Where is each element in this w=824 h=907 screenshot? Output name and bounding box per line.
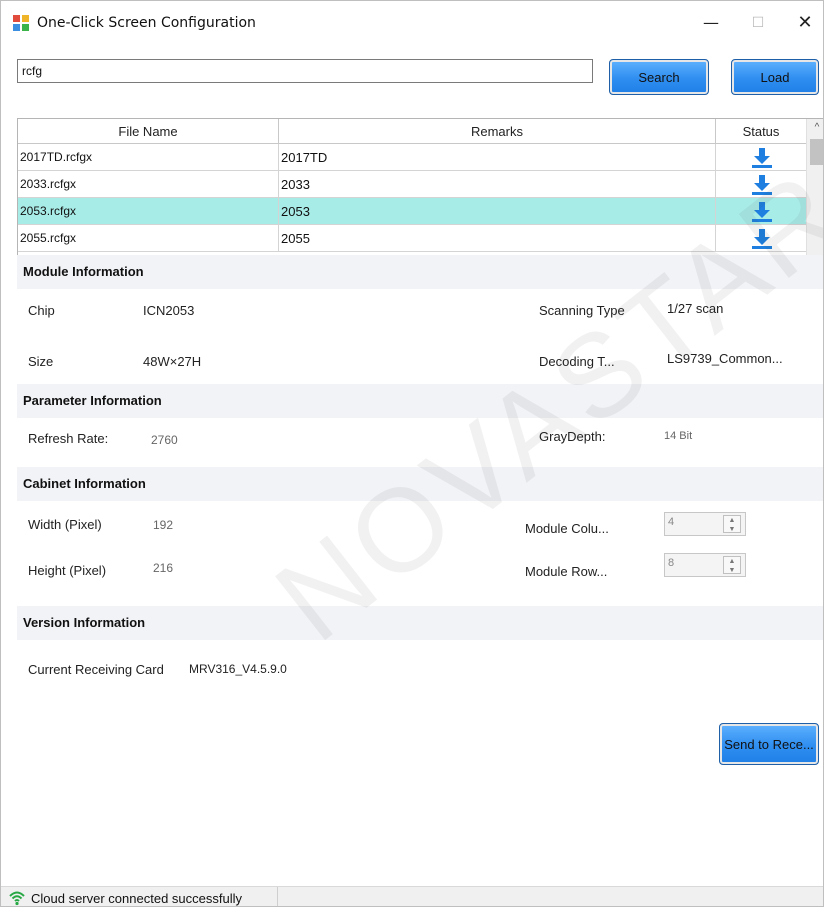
module-rows-spin-buttons[interactable]: ▲ ▼ (723, 556, 741, 574)
module-information-header: Module Information (17, 255, 823, 289)
file-name-cell: 2017TD.rcfgx (18, 144, 279, 171)
status-cell (716, 198, 806, 225)
download-icon[interactable] (751, 174, 773, 196)
download-icon[interactable] (751, 228, 773, 250)
height-pixel-label: Height (Pixel) (28, 563, 107, 578)
gray-depth-label: GrayDepth: (539, 429, 606, 444)
file-name-cell: 2055.rcfgx (18, 225, 279, 252)
status-bar: Cloud server connected successfully (1, 886, 823, 906)
spin-up-arrow-icon[interactable]: ▲ (724, 557, 740, 566)
remarks-cell: 2033 (279, 171, 716, 198)
table-row[interactable]: 2033.rcfgx 2033 (18, 171, 806, 198)
size-value: 48W×27H (143, 354, 202, 369)
title-bar: One-Click Screen Configuration — ☐ ✕ (1, 1, 823, 45)
search-button[interactable]: Search (609, 59, 709, 95)
decoding-type-value: LS9739_Common... (667, 351, 783, 366)
chip-value: ICN2053 (143, 303, 195, 318)
current-receiving-card-label: Current Receiving Card (28, 662, 164, 677)
spin-up-arrow-icon[interactable]: ▲ (724, 516, 740, 525)
send-to-receiving-card-button[interactable]: Send to Rece... (719, 723, 819, 765)
spin-down-arrow-icon[interactable]: ▼ (724, 566, 740, 575)
scanning-type-value: 1/27 scan (667, 301, 724, 316)
maximize-button[interactable]: ☐ (738, 9, 778, 37)
width-pixel-value: 192 (153, 518, 174, 532)
height-pixel-value: 216 (153, 561, 174, 575)
minimize-button[interactable]: — (691, 9, 731, 37)
table-scrollbar[interactable]: ^ (806, 119, 823, 255)
table-row[interactable]: 2055.rcfgx 2055 (18, 225, 806, 252)
module-rows-label: Module Row... (525, 564, 608, 579)
chip-label: Chip (28, 303, 55, 318)
remarks-cell: 2017TD (279, 144, 716, 171)
current-receiving-card-value: MRV316_V4.5.9.0 (189, 662, 287, 676)
scanning-type-label: Scanning Type (539, 303, 625, 318)
width-pixel-label: Width (Pixel) (28, 517, 102, 532)
status-cell (716, 171, 806, 198)
parameter-information-header: Parameter Information (17, 384, 823, 418)
scroll-thumb[interactable] (810, 139, 823, 165)
file-name-cell: 2053.rcfgx (18, 198, 279, 225)
download-icon[interactable] (751, 147, 773, 169)
module-columns-value: 4 (668, 516, 675, 528)
remarks-cell: 2055 (279, 225, 716, 252)
config-file-table: File Name Remarks Status 2017TD.rcfgx 201… (17, 118, 823, 255)
file-name-cell: 2033.rcfgx (18, 171, 279, 198)
refresh-rate-value: 2760 (151, 433, 178, 447)
decoding-type-label: Decoding T... (539, 354, 615, 369)
status-cell (716, 225, 806, 252)
size-label: Size (28, 354, 54, 369)
column-header-status[interactable]: Status (716, 119, 806, 144)
module-columns-spin-buttons[interactable]: ▲ ▼ (723, 515, 741, 533)
spin-down-arrow-icon[interactable]: ▼ (724, 525, 740, 534)
remarks-cell: 2053 (279, 198, 716, 225)
column-header-remarks[interactable]: Remarks (279, 119, 716, 144)
table-body: 2017TD.rcfgx 2017TD 2033.rcfgx 2033 2053.rcf… (18, 144, 806, 252)
table-header: File Name Remarks Status (18, 119, 806, 144)
refresh-rate-label: Refresh Rate: (28, 431, 109, 446)
gray-depth-value: 14 Bit (664, 430, 693, 442)
module-rows-stepper[interactable]: 8 ▲ ▼ (664, 553, 746, 577)
module-rows-value: 8 (668, 557, 675, 569)
download-icon[interactable] (751, 201, 773, 223)
main-window: One-Click Screen Configuration — ☐ ✕ Sea… (0, 0, 824, 907)
status-text: Cloud server connected successfully (31, 891, 242, 906)
status-cell (716, 144, 806, 171)
search-input[interactable] (17, 59, 593, 83)
scroll-up-arrow-icon[interactable]: ^ (807, 119, 823, 137)
module-columns-stepper[interactable]: 4 ▲ ▼ (664, 512, 746, 536)
app-icon (13, 15, 29, 31)
cabinet-information-header: Cabinet Information (17, 467, 823, 501)
table-row[interactable]: 2053.rcfgx 2053 (18, 198, 806, 225)
window-title: One-Click Screen Configuration (37, 15, 256, 31)
load-button[interactable]: Load (731, 59, 819, 95)
module-columns-label: Module Colu... (525, 521, 609, 536)
column-header-file-name[interactable]: File Name (18, 119, 279, 144)
status-separator (277, 887, 278, 906)
wifi-icon (9, 891, 25, 906)
version-information-header: Version Information (17, 606, 823, 640)
table-row[interactable]: 2017TD.rcfgx 2017TD (18, 144, 806, 171)
close-button[interactable]: ✕ (785, 9, 823, 37)
